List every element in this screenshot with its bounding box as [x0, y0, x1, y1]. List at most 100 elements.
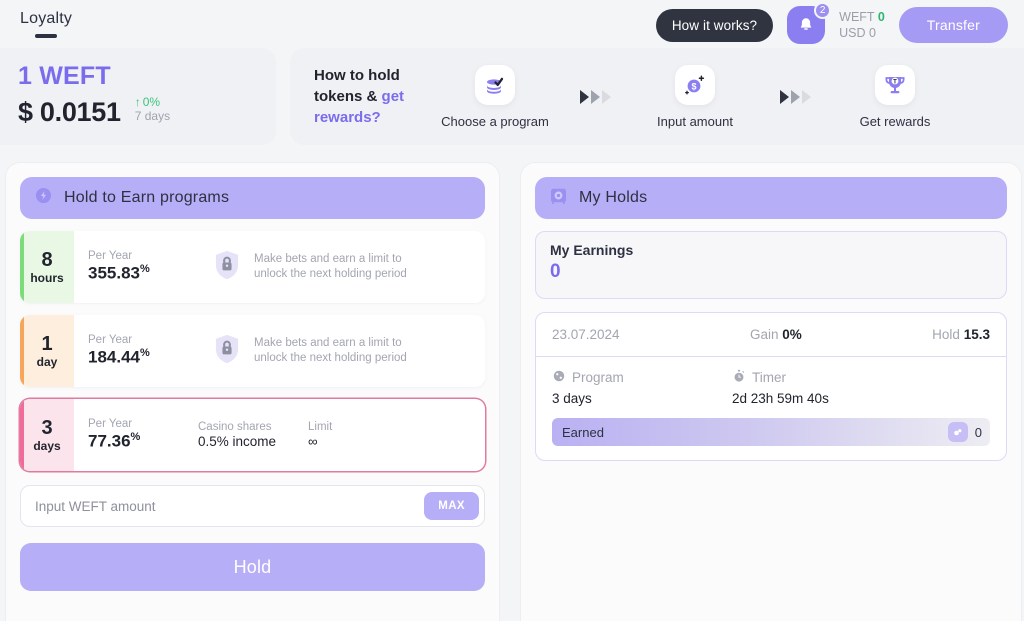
my-earnings-label: My Earnings	[550, 242, 634, 258]
safe-vault-icon	[549, 186, 568, 210]
notifications[interactable]: 2	[787, 2, 832, 44]
step-choose-program: Choose a program	[426, 64, 564, 129]
program-details: Per Year 355.83% Make bets and earn a li…	[74, 231, 485, 303]
balance-weft-value: 0	[877, 10, 885, 24]
program-apy: Per Year 77.36%	[88, 418, 198, 452]
step-label: Input amount	[657, 113, 733, 129]
steps-title-accent2: rewards?	[314, 109, 381, 126]
program-shares-label: Casino shares	[198, 421, 272, 433]
program-duration-number: 1	[41, 333, 53, 355]
program-apy-suffix: %	[140, 347, 150, 360]
program-details: Per Year 77.36% Casino shares 0.5% incom…	[74, 399, 485, 471]
price-change: ↑ 0% 7 days	[135, 95, 170, 128]
program-limit-value: ∞	[308, 434, 318, 449]
stopwatch-icon	[732, 369, 746, 386]
hold-timer-label: Timer	[752, 370, 786, 385]
program-apy-number: 77.36	[88, 431, 131, 451]
balance-usd-value: 0	[869, 26, 876, 40]
balance-usd: USD 0	[839, 25, 885, 41]
balance-weft-label: WEFT	[839, 10, 875, 24]
wallet-balances: WEFT 0 USD 0	[839, 9, 885, 41]
panel-title: My Holds	[579, 189, 648, 206]
my-holds-panel: My Holds My Earnings 0 23.07.2024 Gain 0…	[521, 163, 1021, 621]
price-change-period: 7 days	[134, 109, 171, 123]
nav-tab-loyalty[interactable]: Loyalty	[20, 10, 72, 38]
how-it-works-button[interactable]: How it works?	[655, 8, 774, 42]
chevron-right-icon	[590, 89, 600, 104]
amount-input-row[interactable]: MAX	[20, 485, 485, 527]
my-holds-panel-header: My Holds	[535, 177, 1007, 219]
balance-usd-label: USD	[839, 26, 866, 40]
step-label: Get rewards	[859, 113, 931, 129]
step-get-rewards: T Get rewards	[826, 64, 964, 129]
hold-program-column: Program 3 days	[552, 369, 732, 406]
program-duration-badge: 8 hours	[20, 231, 74, 303]
hold-entry-card[interactable]: 23.07.2024 Gain 0% Hold 15.3 Program 3 d…	[535, 312, 1007, 461]
hold-timer-value: 2d 23h 59m 40s	[732, 391, 829, 406]
program-apy-suffix: %	[140, 263, 150, 276]
weft-amount-input[interactable]	[35, 498, 425, 514]
hold-timer-column: Timer 2d 23h 59m 40s	[732, 369, 912, 406]
step-arrow-separator-1	[564, 89, 626, 104]
program-apy-number: 184.44	[88, 347, 140, 367]
price-amount: 0.0151	[39, 97, 121, 127]
chevron-right-icon	[801, 89, 811, 104]
hold-button[interactable]: Hold	[20, 543, 485, 591]
chevron-right-icon	[601, 89, 611, 104]
step-arrow-separator-2	[764, 89, 826, 104]
how-to-hold-steps: How to hold tokens & get rewards? Choose…	[290, 48, 1024, 145]
hold-entry-details: Program 3 days Timer 2d 23h 59m 40s Earn…	[536, 357, 1006, 460]
hold-earned-value: 0	[974, 424, 982, 440]
chevron-right-icon	[779, 89, 789, 104]
max-button[interactable]: MAX	[424, 492, 479, 520]
program-apy-value: 355.83%	[88, 263, 198, 284]
program-apy-label: Per Year	[88, 418, 133, 431]
svg-text:T: T	[893, 79, 897, 85]
program-shares-value: 0.5% income	[198, 434, 277, 449]
weft-token-icon	[947, 422, 968, 442]
coins-stack-check-icon	[475, 64, 515, 105]
nav-tab-active-underline	[35, 34, 58, 38]
notification-count-badge: 2	[814, 2, 832, 19]
program-apy-number: 355.83	[88, 263, 140, 283]
shield-lock-icon	[212, 249, 242, 286]
shield-lock-icon	[212, 333, 242, 370]
hold-earned-row: Earned 0	[552, 418, 990, 446]
nav-tab-label: Loyalty	[20, 10, 73, 27]
transfer-button[interactable]: Transfer	[898, 7, 1008, 43]
program-duration-number: 8	[41, 249, 53, 271]
program-apy: Per Year 184.44%	[88, 334, 198, 368]
dollar-coin-icon: $	[675, 64, 715, 105]
hold-gain: Gain 0%	[750, 327, 802, 342]
hold-amount: Hold 15.3	[932, 327, 990, 342]
program-row[interactable]: 8 hours Per Year 355.83% Make bets and e…	[20, 231, 485, 303]
program-apy-label: Per Year	[88, 250, 133, 263]
hold-entry-summary: 23.07.2024 Gain 0% Hold 15.3	[536, 313, 1006, 357]
program-limit: Limit ∞	[308, 421, 418, 449]
chevron-right-icon	[790, 89, 800, 104]
balance-weft: WEFT 0	[839, 9, 885, 25]
program-row-selected[interactable]: 3 days Per Year 77.36% Casino shares 0.5…	[20, 399, 485, 471]
program-accent-bar	[20, 399, 24, 471]
program-accent-bar	[20, 231, 24, 303]
program-locked-text: Make bets and earn a limit to unlock the…	[254, 253, 407, 280]
hold-gain-value: 0%	[782, 327, 802, 342]
program-apy-value: 184.44%	[88, 347, 198, 368]
program-duration-unit: days	[33, 439, 61, 453]
lightning-badge-icon	[34, 186, 53, 210]
program-duration-badge: 3 days	[20, 399, 74, 471]
program-locked-note: Make bets and earn a limit to unlock the…	[212, 249, 424, 286]
arrow-up-icon: ↑	[134, 95, 141, 109]
program-row[interactable]: 1 day Per Year 184.44% Make bets and ear…	[20, 315, 485, 387]
chevron-right-icon	[579, 89, 589, 104]
program-casino-shares: Casino shares 0.5% income	[198, 421, 308, 449]
program-duration-badge: 1 day	[20, 315, 74, 387]
steps-title-line1: How to hold	[314, 67, 400, 84]
hold-amount-value: 15.3	[963, 327, 990, 342]
steps-title-accent1: get	[381, 88, 405, 105]
program-apy-label: Per Year	[88, 334, 133, 347]
program-apy-value: 77.36%	[88, 431, 198, 452]
program-accent-bar	[20, 315, 24, 387]
top-bar: Loyalty How it works? 2 WEFT 0 USD 0 Tra…	[0, 0, 1024, 46]
panel-title: Hold to Earn programs	[64, 189, 230, 206]
